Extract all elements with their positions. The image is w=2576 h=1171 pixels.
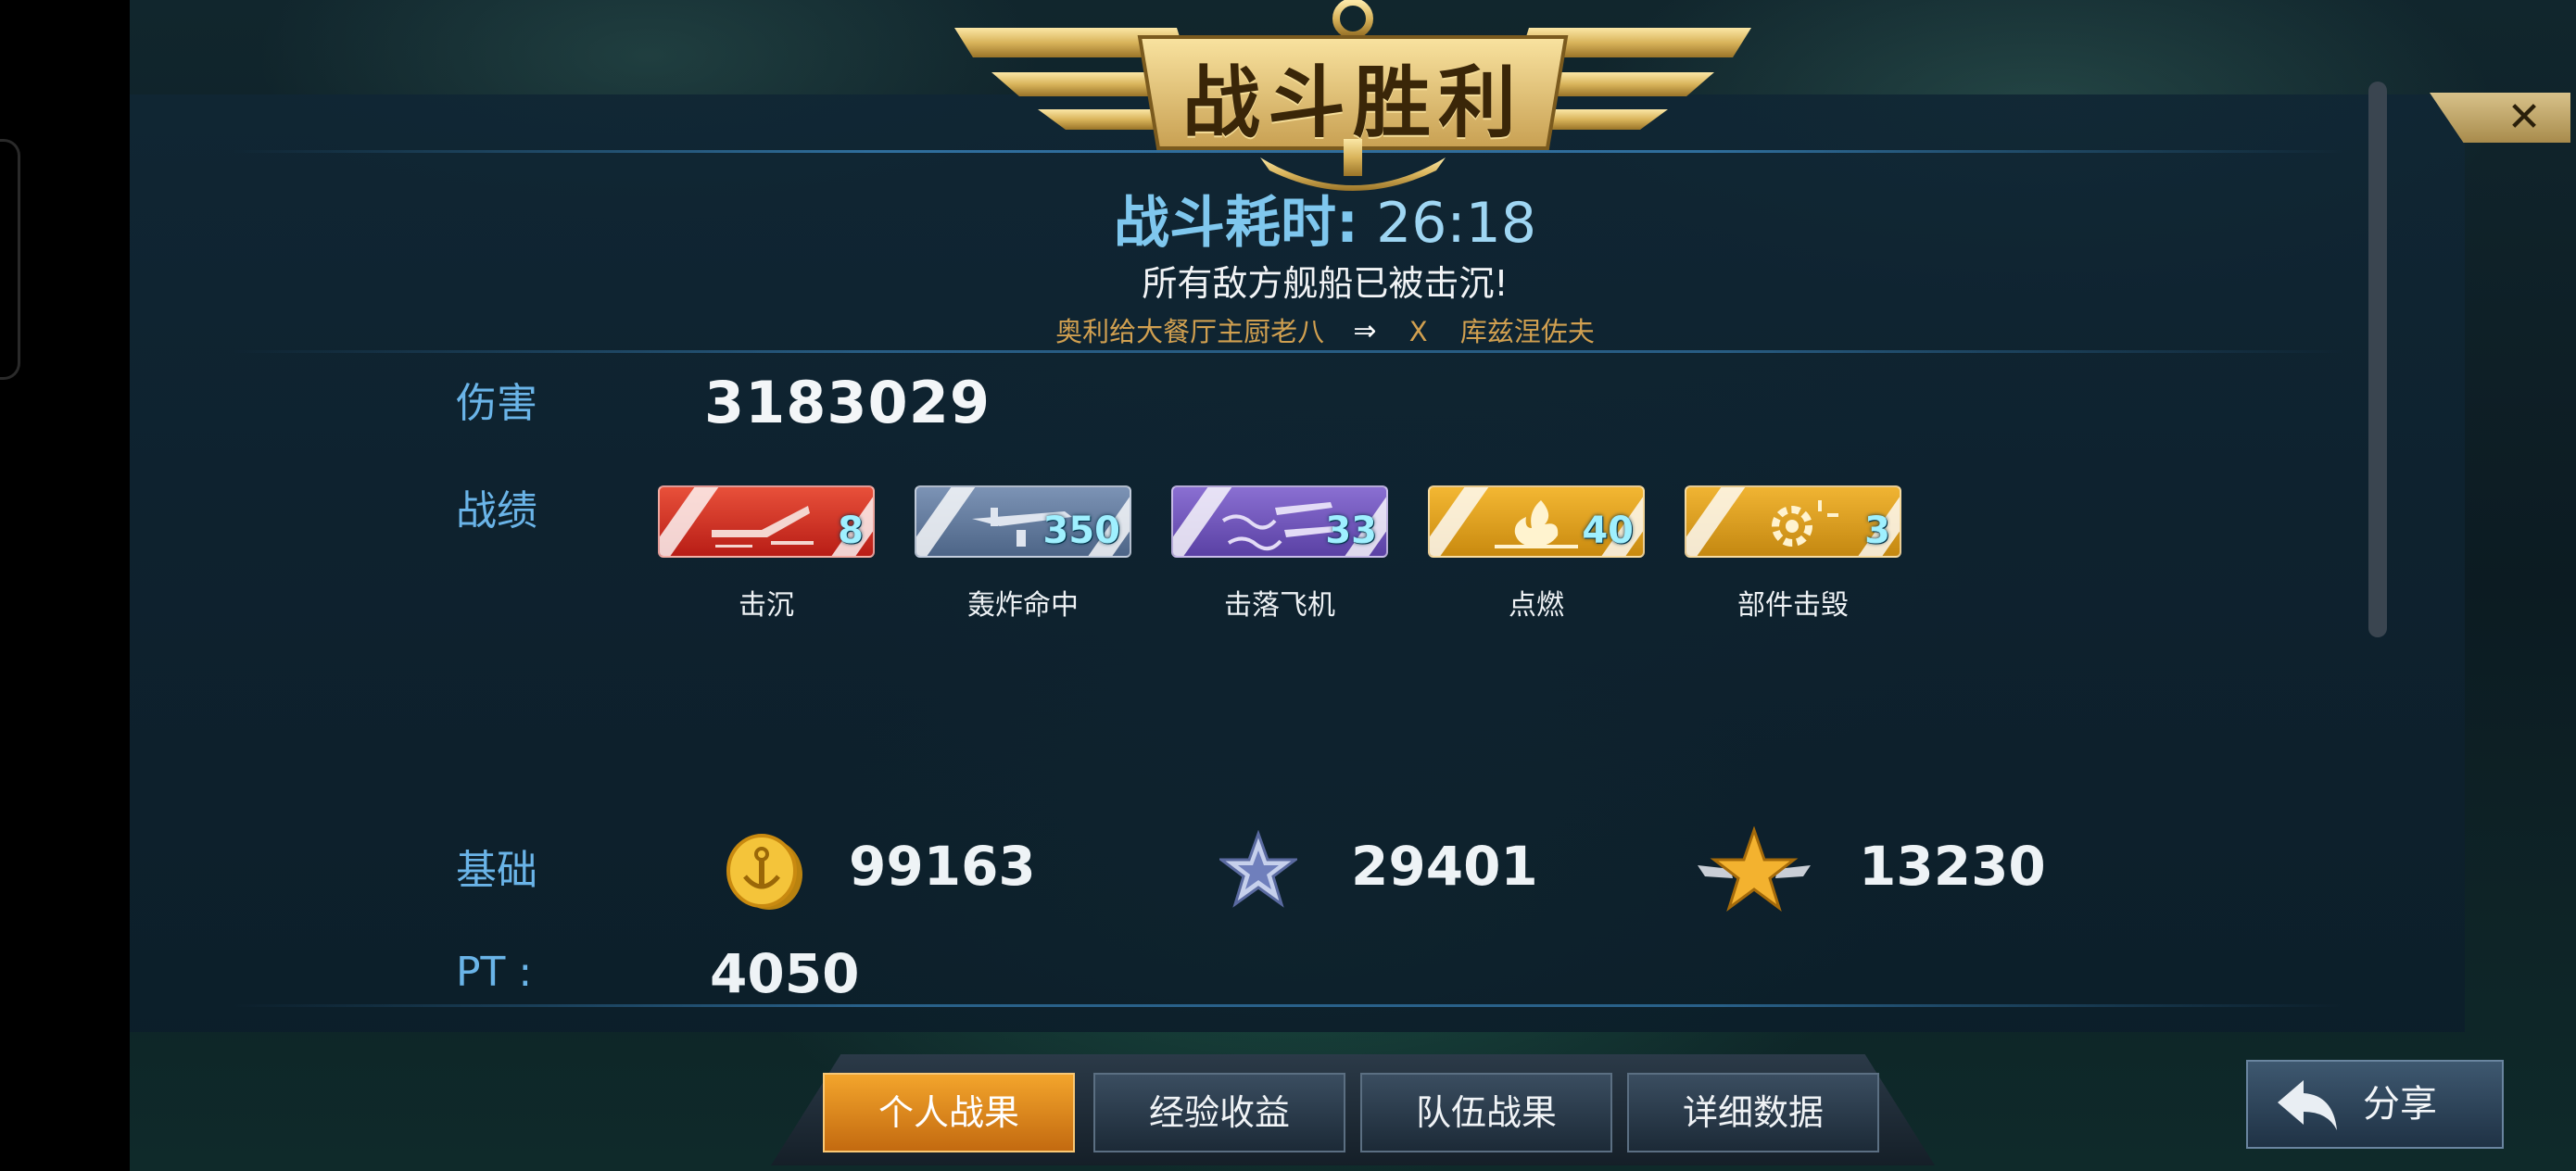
gold-coin-icon (726, 834, 802, 910)
badge-label-sink: 击沉 (739, 589, 794, 622)
ship-name: 库兹涅佐夫 (1459, 316, 1595, 347)
badge-ignite[interactable]: 40 (1428, 485, 1645, 558)
ship-sinking-icon (712, 506, 814, 548)
share-arrow-icon (2278, 1080, 2337, 1130)
pt-label: PT : (456, 949, 533, 996)
tab-detailed-data[interactable]: 详细数据 (1627, 1073, 1879, 1152)
gear-burst-icon (1772, 500, 1838, 547)
silver-star-icon (1219, 830, 1297, 908)
camera-notch (0, 139, 20, 380)
tab-team-result[interactable]: 队伍战果 (1360, 1073, 1612, 1152)
badge-value: 3 (1864, 510, 1890, 552)
badge-bomb-hit[interactable]: 350 (915, 485, 1131, 558)
result-message: 所有敌方舰船已被击沉! (1142, 263, 1509, 304)
damage-value: 3183029 (704, 369, 991, 436)
player-line: 奥利给大餐厅主厨老八 ⇒ X 库兹涅佐夫 (973, 309, 1677, 350)
pt-value: 4050 (710, 942, 860, 1005)
close-icon: ✕ (2507, 94, 2542, 141)
badge-label-ignite: 点燃 (1509, 589, 1564, 622)
badge-value: 350 (1042, 510, 1121, 552)
divider-bottom (232, 1004, 2344, 1007)
victory-title: 战斗胜利 (1181, 57, 1523, 148)
damage-label: 伤害 (456, 380, 537, 427)
badge-module-destroyed[interactable]: 3 (1685, 485, 1901, 558)
badge-shoot-down[interactable]: 33 (1171, 485, 1388, 558)
share-label: 分享 (2363, 1083, 2437, 1126)
gold-value: 99163 (849, 835, 1036, 898)
badge-label-module-destroyed: 部件击毁 (1737, 589, 1849, 622)
battle-time: 战斗耗时: 26:18 (973, 191, 1677, 256)
battle-time-value: 26:18 (1376, 191, 1536, 256)
badge-value: 40 (1582, 510, 1634, 552)
fire-icon (1495, 500, 1578, 548)
exp-value: 29401 (1351, 835, 1538, 898)
badge-label-shoot-down: 击落飞机 (1224, 589, 1335, 622)
vs-mark: X (1408, 316, 1428, 347)
scrollbar[interactable] (2368, 82, 2387, 637)
arrow-icon: ⇒ (1353, 315, 1377, 347)
tab-personal-result[interactable]: 个人战果 (823, 1073, 1075, 1152)
merit-value: 13230 (1859, 835, 2046, 898)
badge-sink[interactable]: 8 (658, 485, 875, 558)
share-button[interactable]: 分享 (2246, 1060, 2504, 1149)
record-label: 战绩 (456, 487, 537, 535)
base-label: 基础 (456, 847, 537, 894)
badge-value: 8 (838, 510, 864, 552)
badge-value: 33 (1325, 510, 1377, 552)
battle-time-label: 战斗耗时: (1114, 191, 1358, 256)
plane-shot-down-icon (1221, 502, 1336, 551)
gold-star-wings-icon (1698, 826, 1811, 912)
tab-exp-gain[interactable]: 经验收益 (1093, 1073, 1345, 1152)
badge-label-bomb-hit: 轰炸命中 (967, 589, 1079, 622)
player-name: 奥利给大餐厅主厨老八 (1055, 316, 1325, 347)
